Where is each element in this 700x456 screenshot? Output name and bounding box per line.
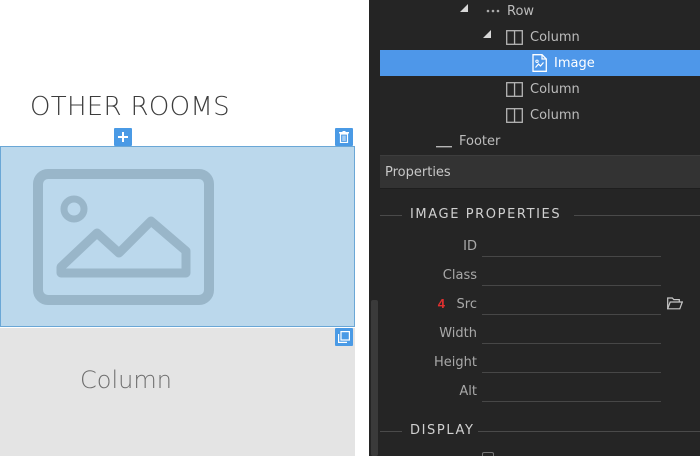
divider — [478, 431, 700, 432]
folder-open-icon[interactable] — [666, 297, 684, 311]
display-group-title: DISPLAY — [380, 423, 700, 439]
properties-header-label: Properties — [385, 165, 451, 180]
property-label: Alt — [459, 384, 477, 399]
column-block[interactable]: Column — [0, 328, 355, 456]
tree-item-label: Column — [530, 81, 580, 97]
collapse-triangle-icon[interactable] — [483, 30, 491, 38]
image-icon — [33, 169, 214, 305]
tree-item-column[interactable]: Column — [380, 24, 700, 50]
src-field[interactable] — [482, 293, 661, 315]
property-label: Src — [456, 297, 477, 312]
tree-item-image[interactable]: Image — [380, 50, 700, 76]
canvas-scrollbar-thumb[interactable] — [371, 300, 378, 456]
delete-element-button[interactable] — [335, 128, 353, 146]
property-label: ID — [463, 239, 477, 254]
copy-icon — [338, 331, 350, 343]
collapse-triangle-icon[interactable] — [460, 4, 468, 12]
tree-item-label: Row — [507, 3, 535, 19]
tree-item-label: Column — [530, 29, 580, 45]
property-src: 4 Src — [380, 290, 700, 319]
ellipsis-icon — [486, 9, 500, 13]
design-canvas[interactable]: OTHER ROOMS Column — [0, 0, 355, 456]
property-label: Class — [442, 268, 477, 283]
canvas-gutter — [355, 0, 369, 456]
property-alt: Alt — [380, 377, 700, 406]
alt-field[interactable] — [482, 380, 661, 402]
property-class: Class — [380, 261, 700, 290]
src-step-badge: 4 — [437, 296, 445, 311]
property-width: Width — [380, 319, 700, 348]
property-label: Width — [439, 326, 477, 341]
image-properties-group-title: IMAGE PROPERTIES — [380, 207, 700, 223]
tree-item-column[interactable]: Column — [380, 102, 700, 128]
section-heading[interactable]: OTHER ROOMS — [30, 92, 230, 122]
column-icon — [506, 29, 523, 45]
selected-image-element[interactable] — [0, 146, 355, 327]
tree-item-row[interactable]: Row — [380, 0, 700, 24]
divider — [380, 215, 402, 216]
property-height: Height — [380, 348, 700, 377]
id-field[interactable] — [482, 235, 661, 257]
tree-item-label: Image — [554, 55, 595, 71]
tree-item-label: Footer — [459, 133, 501, 149]
class-field[interactable] — [482, 264, 661, 286]
column-icon — [506, 107, 523, 123]
image-file-icon — [532, 54, 547, 72]
column-label: Column — [80, 366, 172, 394]
width-field[interactable] — [482, 322, 661, 344]
property-id: ID — [380, 232, 700, 261]
group-title-label: DISPLAY — [410, 423, 475, 438]
divider — [574, 215, 700, 216]
group-title-label: IMAGE PROPERTIES — [410, 207, 562, 222]
height-field[interactable] — [482, 351, 661, 373]
side-panel: Row Column Image Column Column Footer Pr… — [380, 0, 700, 456]
column-icon — [506, 81, 523, 97]
add-above-button[interactable] — [114, 128, 132, 146]
properties-header[interactable]: Properties — [380, 155, 700, 189]
tree-item-label: Column — [530, 107, 580, 123]
plus-icon — [118, 132, 128, 142]
trash-icon — [339, 131, 349, 143]
property-label: Height — [434, 355, 477, 370]
display-option-checkbox[interactable] — [482, 452, 494, 456]
divider — [380, 431, 402, 432]
tree-item-footer[interactable]: Footer — [380, 128, 700, 154]
footer-icon — [436, 134, 452, 148]
duplicate-element-button[interactable] — [335, 328, 353, 346]
tree-item-column[interactable]: Column — [380, 76, 700, 102]
